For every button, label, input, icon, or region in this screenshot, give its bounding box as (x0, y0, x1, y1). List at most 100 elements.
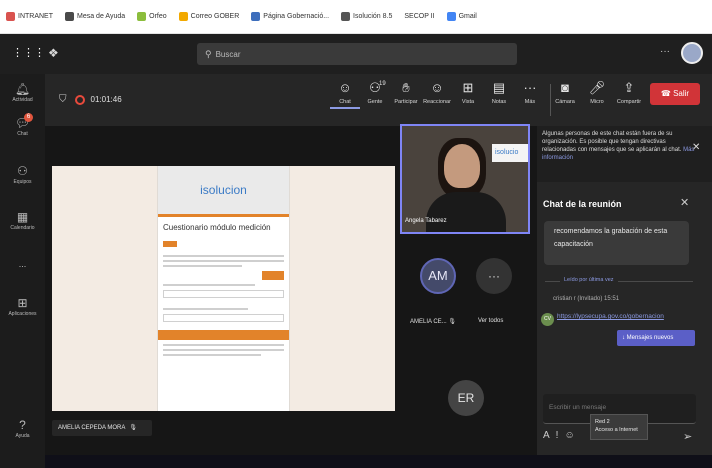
g-icon (65, 12, 74, 21)
view-button[interactable]: ⊞ Vista (453, 80, 483, 105)
document-text-line (163, 354, 262, 356)
view-all-button[interactable]: ··· (476, 258, 512, 294)
share-button[interactable]: ⇪ Compartir (614, 80, 644, 105)
rail-item-chat[interactable]: 💬︎ 6 Chat (0, 113, 45, 137)
bell-icon: 🔔︎ (14, 82, 31, 96)
chat-title: Chat de la reunión (543, 199, 622, 209)
participant-video[interactable]: isolucio Angela Tabarez (400, 124, 530, 234)
meeting-timer: ⛉ 01:01:46 (59, 94, 122, 105)
sender-avatar: CV (541, 313, 554, 326)
react-button[interactable]: ☺ Reaccionar (422, 80, 452, 105)
raise-hand-button[interactable]: ✋︎ Participar (391, 80, 421, 105)
help-icon: ? (19, 418, 26, 432)
mic-button[interactable]: 🎤︎ Micro (582, 80, 612, 105)
video-sign: isolucio (492, 144, 528, 162)
people-button[interactable]: ⚇ 19 Gente (360, 80, 390, 105)
bookmark-mesa-ayuda[interactable]: Mesa de Ayuda (65, 12, 125, 21)
smiley-icon: ☺ (430, 80, 444, 95)
document-title: Cuestionario módulo medición (163, 223, 271, 232)
document-button (262, 271, 284, 280)
orfeo-icon (137, 12, 147, 21)
rail-item-activity[interactable]: 🔔︎ Actividad (0, 82, 45, 103)
bookmark-orfeo[interactable]: Orfeo (137, 12, 167, 21)
bookmark-pagina-gobernacion[interactable]: Página Gobernació... (251, 12, 329, 21)
read-by-label: Leído por última vez (560, 277, 618, 283)
screen: INTRANET Mesa de Ayuda Orfeo Correo GOBE… (0, 0, 712, 468)
rail-item-help[interactable]: ? Ayuda (0, 418, 45, 439)
apps-icon: ⊞ (17, 296, 28, 310)
emoji-icon[interactable]: ☺ (564, 430, 580, 441)
globe-icon (251, 12, 261, 21)
left-rail: 🔔︎ Actividad 💬︎ 6 Chat ⚇ Equipos ▦ Calendario… (0, 74, 45, 468)
mail-icon (178, 12, 188, 21)
bookmark-correo[interactable]: Correo GOBER (178, 12, 239, 21)
calendar-icon: ▦ (16, 210, 29, 224)
shield-icon: ⛉ (59, 94, 67, 105)
bookmark-intranet[interactable]: INTRANET (6, 12, 53, 21)
document-text-line (163, 255, 284, 257)
layout-icon: ⊞ (462, 80, 474, 95)
network-tooltip: Red 2 Acceso a Internet (590, 414, 648, 440)
chat-bubble-icon: ☺ (338, 80, 352, 95)
send-icon[interactable]: ➢ (683, 430, 692, 443)
camera-off-icon: ◙ (561, 80, 569, 95)
ellipsis-icon: ··· (523, 80, 537, 95)
message-link[interactable]: https://lypsecupa.gov.co/gobernacion (557, 312, 664, 322)
new-messages-button[interactable]: ↓ Mensajes nuevos (617, 330, 695, 346)
close-notice-icon[interactable]: ✕ (692, 142, 700, 153)
leave-button[interactable]: ☎ Salir (650, 83, 700, 105)
compose-tools: A!☺ (543, 430, 581, 441)
recording-icon (74, 94, 85, 105)
participant-avatar-am[interactable]: AM (420, 258, 456, 294)
document-text-line (163, 284, 255, 286)
notes-icon: ▤ (492, 80, 506, 95)
chat-button[interactable]: ☺ Chat (330, 80, 360, 109)
document-text-line (163, 265, 242, 267)
search-icon: ⚲ (205, 48, 212, 59)
document-section-bar (158, 330, 289, 340)
person-body (426, 192, 506, 232)
person-face (444, 144, 480, 188)
more-button[interactable]: ··· Más (515, 80, 545, 105)
notes-button[interactable]: ▤ Notas (484, 80, 514, 105)
hand-icon: ✋︎ (402, 80, 410, 95)
shared-document: isolucion Cuestionario módulo medición (157, 166, 290, 411)
rail-item-apps[interactable]: ⊞ Aplicaciones (0, 296, 45, 317)
mic-icon: 🎙︎ (129, 425, 137, 431)
close-chat-icon[interactable]: ✕ (680, 196, 689, 209)
teams-top-bar: ⋮⋮⋮ ❖ ⚲ Buscar ··· (0, 34, 712, 74)
arrow-down-icon: ↓ (622, 335, 625, 341)
presenter-label: AMELIA CEPEDA MORA 🎙︎ (52, 420, 152, 436)
taskbar (45, 455, 712, 468)
share-icon: ⇪ (623, 80, 635, 95)
format-icon[interactable]: A (543, 430, 556, 441)
app-launcher-icon[interactable]: ⋮⋮⋮ (12, 47, 45, 59)
rail-item-more[interactable]: ... (0, 258, 45, 269)
camera-button[interactable]: ◙ Cámara (550, 80, 580, 105)
phone-icon: ☎ (660, 89, 671, 98)
document-field (163, 290, 284, 298)
avatar[interactable] (681, 42, 703, 64)
external-notice: Algunas personas de este chat están fuer… (537, 126, 712, 182)
message-sender: cristian r (Invitado) 15:51 (553, 296, 620, 302)
document-text-line (163, 344, 284, 346)
view-all-label: Ver todos (478, 318, 504, 324)
bookmarks-bar: INTRANET Mesa de Ayuda Orfeo Correo GOBE… (0, 0, 712, 34)
bookmark-gmail[interactable]: Gmail (446, 12, 477, 21)
video-participant-name: Angela Tabarez (405, 218, 447, 224)
search-input[interactable]: ⚲ Buscar (197, 43, 517, 65)
chat-icon: 💬︎ (14, 116, 31, 130)
intranet-icon (6, 12, 15, 21)
bookmark-isolucion[interactable]: Isolución 8.5 (341, 12, 392, 21)
bookmark-secop[interactable]: SECOP II (404, 13, 434, 20)
rail-item-teams[interactable]: ⚇ Equipos (0, 164, 45, 185)
participant-name-am: AMELIA CE... 🎙︎ (410, 319, 456, 325)
document-text-line (163, 260, 284, 262)
chat-badge: 6 (24, 113, 33, 122)
rail-item-calendar[interactable]: ▦ Calendario (0, 210, 45, 231)
document-header: isolucion (158, 166, 289, 214)
document-tag (163, 241, 177, 247)
mic-icon: 🎙︎ (448, 319, 456, 325)
participant-avatar-er[interactable]: ER (448, 380, 484, 416)
more-options-icon[interactable]: ··· (660, 46, 670, 57)
